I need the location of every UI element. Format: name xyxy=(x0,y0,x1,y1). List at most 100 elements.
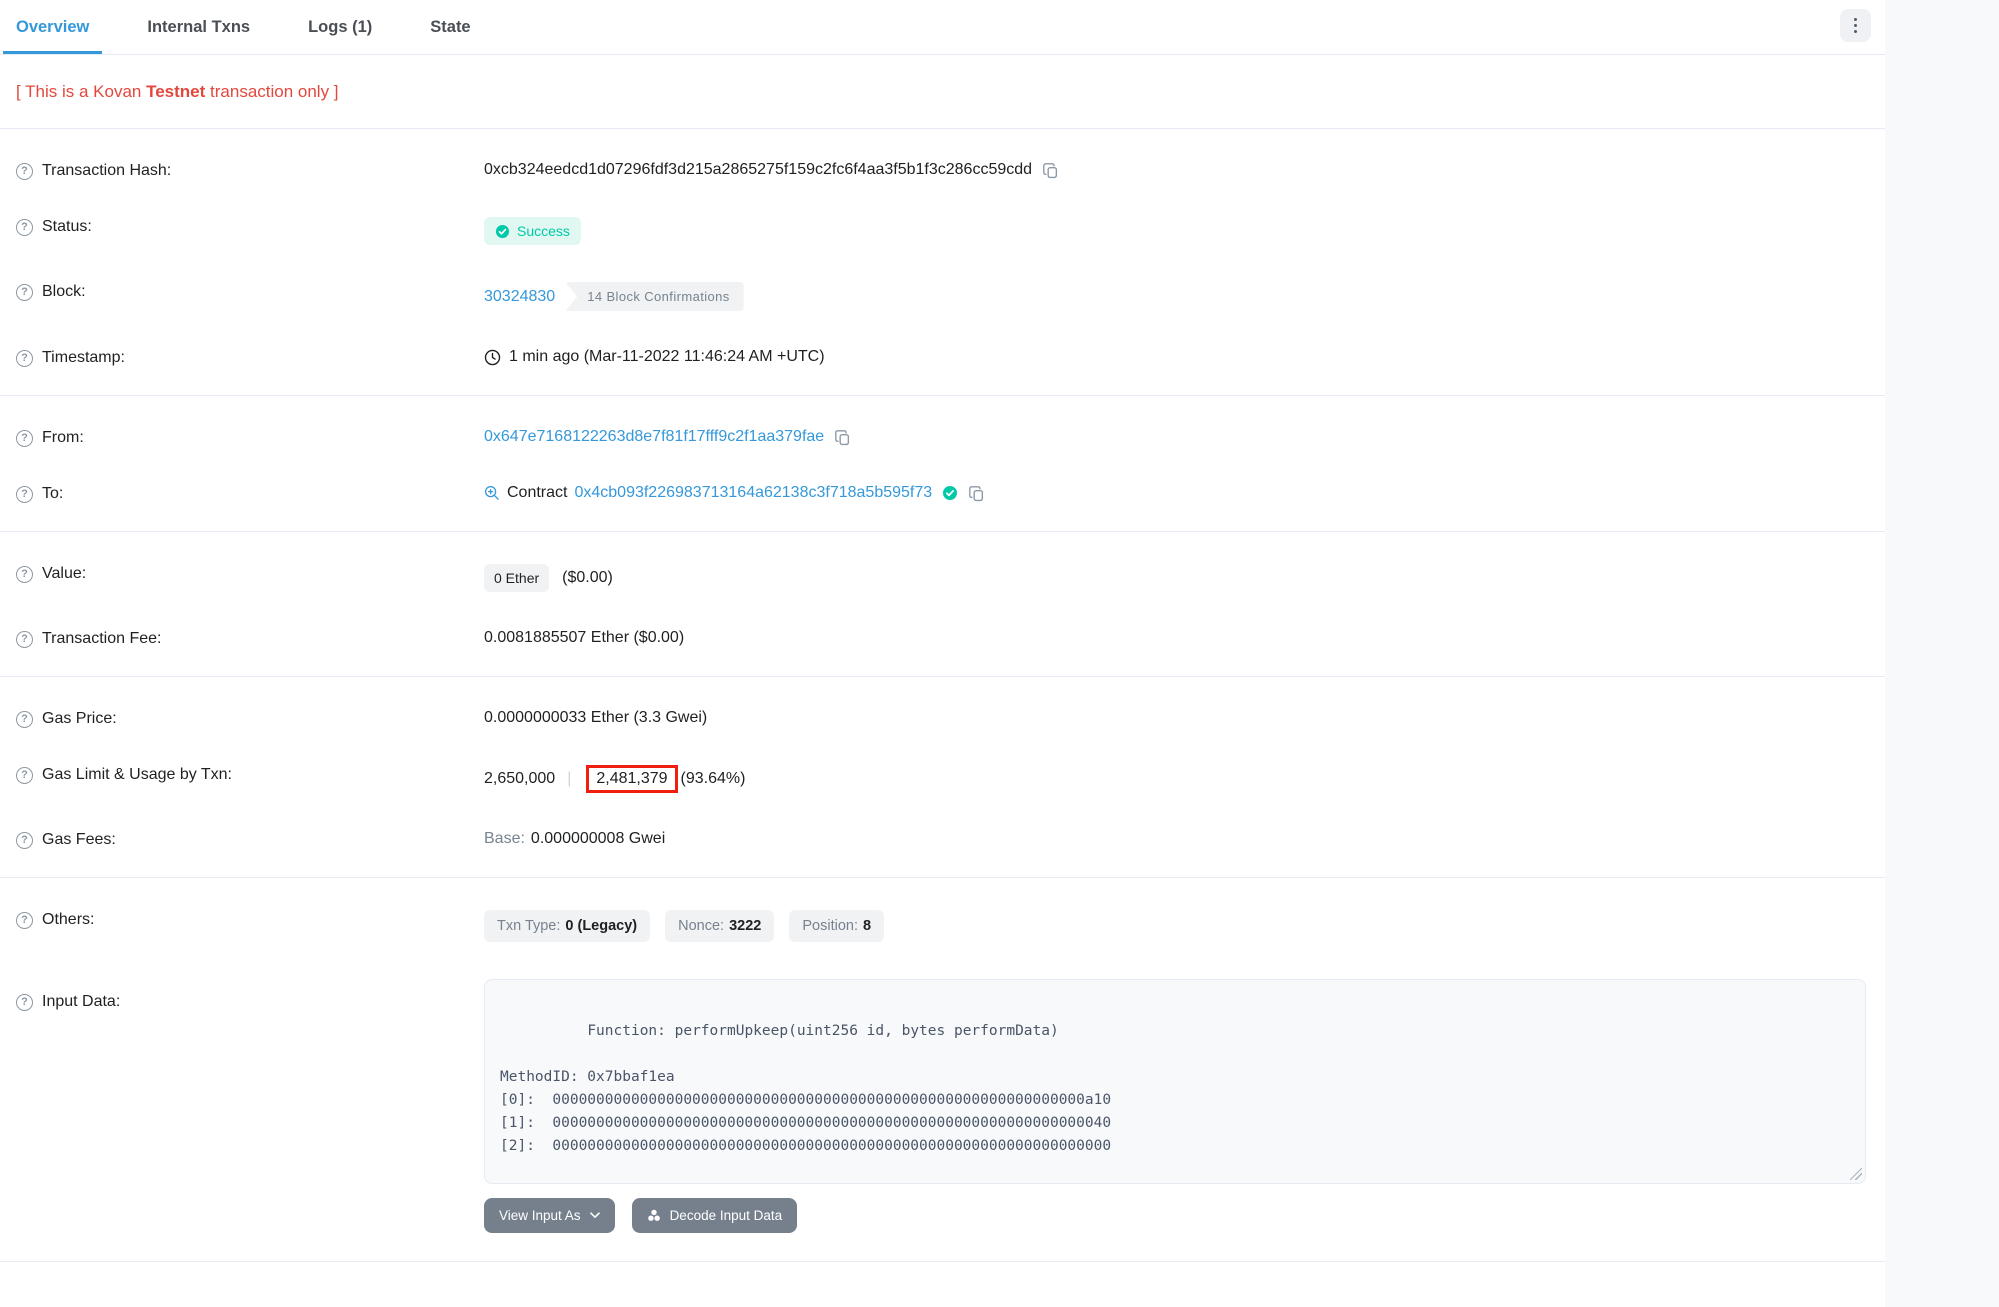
kebab-dot-icon xyxy=(1854,24,1858,28)
position-value: 8 xyxy=(863,918,871,934)
row-gas-limit-usage: Gas Limit & Usage by Txn: 2,650,000 | 2,… xyxy=(16,765,1869,793)
nonce-value: 3222 xyxy=(729,918,761,934)
section-value-fee: Value: 0 Ether ($0.00) Transaction Fee: … xyxy=(0,532,1885,677)
gas-price-label: Gas Price: xyxy=(16,709,484,728)
label-text: To: xyxy=(42,485,63,503)
row-block: Block: 30324830 14 Block Confirmations xyxy=(16,282,1869,311)
section-gas: Gas Price: 0.0000000033 Ether (3.3 Gwei)… xyxy=(0,677,1885,878)
help-icon[interactable] xyxy=(16,284,33,301)
row-gas-price: Gas Price: 0.0000000033 Ether (3.3 Gwei) xyxy=(16,709,1869,728)
help-icon[interactable] xyxy=(16,163,33,180)
decode-input-data-button[interactable]: Decode Input Data xyxy=(632,1198,798,1233)
label-text: Others: xyxy=(42,911,94,929)
copy-icon[interactable] xyxy=(1042,162,1059,179)
tab-overview[interactable]: Overview xyxy=(3,0,102,54)
from-label: From: xyxy=(16,428,484,447)
copy-icon[interactable] xyxy=(834,429,851,446)
status-label: Status: xyxy=(16,217,484,236)
txn-type-value: 0 (Legacy) xyxy=(565,918,637,934)
label-text: From: xyxy=(42,429,84,447)
notice-bold: Testnet xyxy=(146,82,205,101)
view-input-as-label: View Input As xyxy=(499,1208,581,1223)
row-from: From: 0x647e7168122263d8e7f81f17fff9c2f1… xyxy=(16,428,1869,447)
resize-handle[interactable] xyxy=(1850,1168,1862,1180)
decode-icon xyxy=(647,1209,661,1222)
label-text: Gas Fees: xyxy=(42,831,116,849)
row-others: Others: Txn Type: 0 (Legacy) Nonce: 3222… xyxy=(16,910,1869,942)
tab-state[interactable]: State xyxy=(417,0,483,54)
block-number-link[interactable]: 30324830 xyxy=(484,288,555,306)
gas-fees-base-value: 0.000000008 Gwei xyxy=(531,830,665,848)
input-data-content: Function: performUpkeep(uint256 id, byte… xyxy=(500,1023,1111,1154)
gas-price-value: 0.0000000033 Ether (3.3 Gwei) xyxy=(484,709,707,727)
label-text: Gas Limit & Usage by Txn: xyxy=(42,766,232,784)
timestamp-label: Timestamp: xyxy=(16,348,484,367)
kebab-menu-button[interactable] xyxy=(1840,9,1871,42)
position-name: Position: xyxy=(802,918,858,934)
testnet-notice: [ This is a Kovan Testnet transaction on… xyxy=(0,55,1885,129)
label-text: Timestamp: xyxy=(42,349,125,367)
help-icon[interactable] xyxy=(16,350,33,367)
gas-fees-label: Gas Fees: xyxy=(16,830,484,849)
transaction-hash-value: 0xcb324eedcd1d07296fdf3d215a2865275f159c… xyxy=(484,161,1032,179)
notice-suffix: transaction only ] xyxy=(205,82,338,101)
help-icon[interactable] xyxy=(16,912,33,929)
label-text: Status: xyxy=(42,218,92,236)
transaction-overview-card: Overview Internal Txns Logs (1) State [ … xyxy=(0,0,1885,1307)
kebab-dot-icon xyxy=(1854,30,1858,34)
chevron-down-icon xyxy=(590,1212,600,1219)
view-input-as-button[interactable]: View Input As xyxy=(484,1198,615,1233)
row-transaction-hash: Transaction Hash: 0xcb324eedcd1d07296fdf… xyxy=(16,161,1869,180)
block-label: Block: xyxy=(16,282,484,301)
section-others-input: Others: Txn Type: 0 (Legacy) Nonce: 3222… xyxy=(0,878,1885,1262)
help-icon[interactable] xyxy=(16,486,33,503)
gas-fees-base-label: Base: xyxy=(484,830,525,848)
to-address-link[interactable]: 0x4cb093f226983713164a62138c3f718a5b595f… xyxy=(574,484,932,502)
verified-contract-icon xyxy=(942,485,958,501)
transaction-fee-value: 0.0081885507 Ether ($0.00) xyxy=(484,629,684,647)
gas-used-percent: (93.64%) xyxy=(681,770,746,788)
row-timestamp: Timestamp: 1 min ago (Mar-11-2022 11:46:… xyxy=(16,348,1869,367)
section-hash-status-block-time: Transaction Hash: 0xcb324eedcd1d07296fdf… xyxy=(0,129,1885,396)
position-badge: Position: 8 xyxy=(789,910,884,942)
tab-bar: Overview Internal Txns Logs (1) State xyxy=(0,0,1885,55)
help-icon[interactable] xyxy=(16,711,33,728)
value-ether-badge: 0 Ether xyxy=(484,564,549,592)
help-icon[interactable] xyxy=(16,219,33,236)
gas-limit-label: Gas Limit & Usage by Txn: xyxy=(16,765,484,784)
help-icon[interactable] xyxy=(16,832,33,849)
label-text: Transaction Hash: xyxy=(42,162,171,180)
label-text: Value: xyxy=(42,565,86,583)
clock-icon xyxy=(484,349,501,366)
row-to: To: Contract 0x4cb093f226983713164a62138… xyxy=(16,484,1869,503)
status-text: Success xyxy=(517,223,570,239)
check-circle-icon xyxy=(495,224,510,239)
help-icon[interactable] xyxy=(16,631,33,648)
input-data-label: Input Data: xyxy=(16,979,484,1011)
copy-icon[interactable] xyxy=(968,485,985,502)
transaction-fee-label: Transaction Fee: xyxy=(16,629,484,648)
block-confirmations-badge: 14 Block Confirmations xyxy=(565,282,743,311)
gas-separator: | xyxy=(567,770,571,788)
txn-type-badge: Txn Type: 0 (Legacy) xyxy=(484,910,650,942)
row-input-data: Input Data: Function: performUpkeep(uint… xyxy=(16,979,1869,1233)
from-address-link[interactable]: 0x647e7168122263d8e7f81f17fff9c2f1aa379f… xyxy=(484,428,824,446)
others-label: Others: xyxy=(16,910,484,929)
tab-logs[interactable]: Logs (1) xyxy=(295,0,385,54)
value-label: Value: xyxy=(16,564,484,583)
gas-used-value: 2,481,379 xyxy=(596,770,667,787)
help-icon[interactable] xyxy=(16,430,33,447)
help-icon[interactable] xyxy=(16,767,33,784)
help-icon[interactable] xyxy=(16,994,33,1011)
nonce-badge: Nonce: 3222 xyxy=(665,910,774,942)
tab-internal-txns[interactable]: Internal Txns xyxy=(134,0,263,54)
input-data-textarea[interactable]: Function: performUpkeep(uint256 id, byte… xyxy=(484,979,1866,1184)
decode-label: Decode Input Data xyxy=(670,1208,783,1223)
timestamp-value: 1 min ago (Mar-11-2022 11:46:24 AM +UTC) xyxy=(509,348,825,366)
status-badge: Success xyxy=(484,217,581,245)
label-text: Input Data: xyxy=(42,993,120,1011)
notice-prefix: [ This is a Kovan xyxy=(16,82,146,101)
magnifier-plus-icon[interactable] xyxy=(484,485,500,501)
help-icon[interactable] xyxy=(16,566,33,583)
to-label: To: xyxy=(16,484,484,503)
